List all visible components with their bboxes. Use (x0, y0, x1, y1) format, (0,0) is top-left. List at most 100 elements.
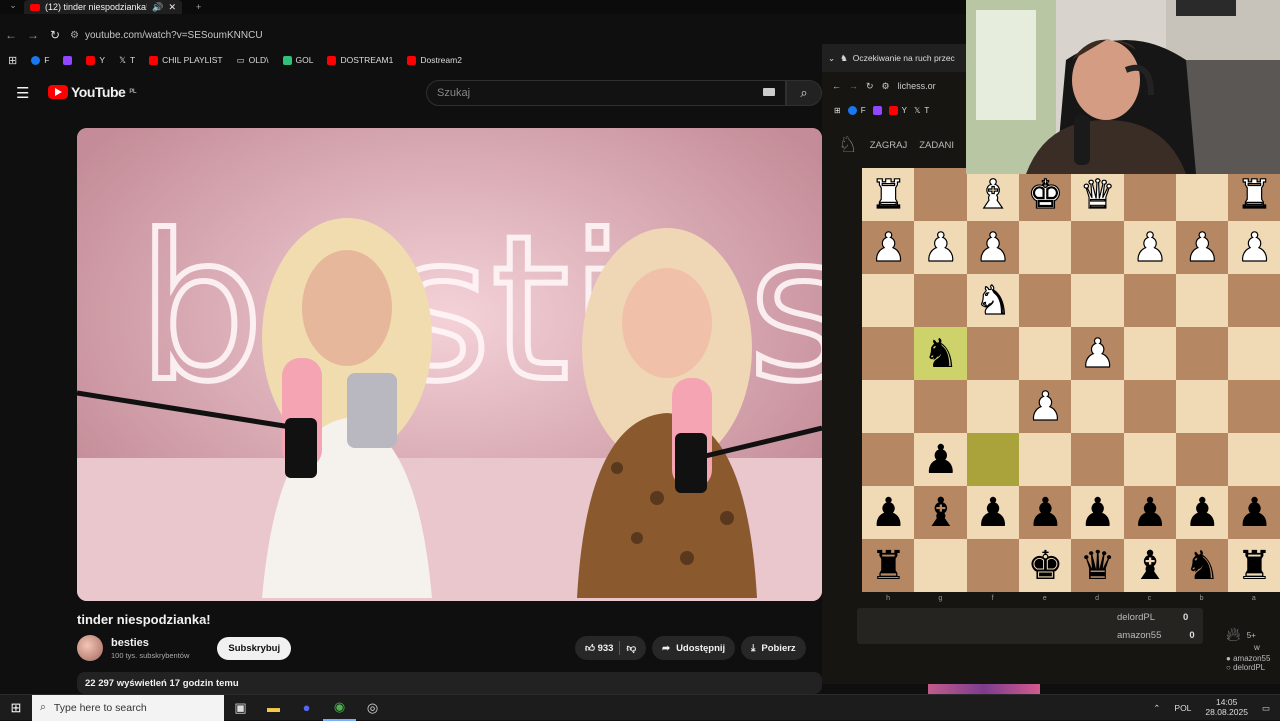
chess-piece[interactable]: ♟ (1131, 227, 1168, 268)
player-row[interactable]: amazon55 0 (1117, 630, 1195, 641)
board-square[interactable] (1175, 168, 1229, 221)
board-square[interactable] (914, 274, 968, 327)
board-square[interactable] (862, 274, 915, 327)
board-square[interactable]: ♟ (1123, 221, 1177, 274)
apps-icon[interactable]: ⊞ (834, 106, 841, 115)
channel-avatar[interactable] (77, 635, 103, 661)
board-square[interactable] (1175, 327, 1229, 380)
board-square[interactable]: ♟ (1175, 486, 1229, 539)
reload-icon[interactable]: ↻ (44, 28, 66, 42)
board-square[interactable]: ♜ (1228, 539, 1280, 592)
tab-youtube[interactable]: (12) tinder niespodzianka! - 🔊 ✕ (24, 0, 182, 14)
tray-chevron-icon[interactable]: ⌃ (1153, 703, 1160, 714)
board-square[interactable] (1123, 168, 1177, 221)
obs-icon[interactable]: ◎ (356, 695, 389, 721)
board-square[interactable]: ♟ (1071, 486, 1125, 539)
dislike-button[interactable]: 👎︎ (626, 642, 636, 654)
board-square[interactable]: ♟ (1175, 221, 1229, 274)
chess-piece[interactable]: ♛ (1079, 174, 1116, 215)
youtube-logo[interactable]: YouTube PL (48, 84, 136, 100)
tab-list-icon[interactable]: ⌄ (2, 0, 24, 11)
board-square[interactable]: ♟ (966, 221, 1020, 274)
bookmark-y[interactable]: Y (86, 55, 105, 65)
nav-puzzles[interactable]: ZADANI (919, 140, 954, 151)
chess-piece[interactable]: ♜ (1237, 546, 1273, 586)
board-square[interactable]: ♟ (1018, 486, 1072, 539)
chess-piece[interactable]: ♜ (871, 546, 907, 586)
board-square[interactable] (1123, 274, 1177, 327)
board-square[interactable]: ♟ (862, 486, 915, 539)
board-square[interactable] (1018, 221, 1072, 274)
board-square[interactable] (1071, 221, 1125, 274)
board-square[interactable] (1228, 380, 1280, 433)
share-button[interactable]: ➦ Udostępnij (652, 636, 736, 660)
bookmark-y[interactable]: Y (888, 105, 907, 115)
board-square[interactable]: ♜ (1228, 168, 1280, 221)
board-square[interactable] (1228, 433, 1280, 486)
board-square[interactable] (1071, 433, 1125, 486)
board-square[interactable]: ♞ (914, 327, 968, 380)
bookmark-t[interactable]: 𝕏T (119, 55, 135, 66)
board-square[interactable] (1018, 274, 1072, 327)
url-text[interactable]: lichess.or (898, 81, 936, 91)
chess-piece[interactable]: ♚ (1027, 174, 1064, 215)
chess-piece[interactable]: ♟ (1027, 493, 1063, 533)
board-square[interactable]: ♝ (914, 486, 968, 539)
search-input[interactable]: Szukaj (426, 80, 786, 106)
site-info-icon[interactable]: ⚙ (882, 81, 890, 92)
chess-piece[interactable]: ♟ (975, 493, 1011, 533)
board-square[interactable] (1228, 327, 1280, 380)
board-square[interactable]: ♞ (966, 274, 1020, 327)
like-button[interactable]: 👍︎ 933 (585, 642, 613, 654)
bookmark-t[interactable]: 𝕏T (914, 106, 929, 115)
chess-piece[interactable]: ♜ (1236, 174, 1273, 215)
board-square[interactable] (1175, 380, 1229, 433)
player-row[interactable]: delordPL 0 (1117, 612, 1188, 623)
board-square[interactable] (1123, 433, 1177, 486)
chess-piece[interactable]: ♟ (1079, 333, 1116, 374)
board-square[interactable] (862, 380, 915, 433)
speaker-icon[interactable]: 🔊 (152, 2, 163, 13)
board-square[interactable] (1175, 274, 1229, 327)
board-square[interactable] (1123, 380, 1177, 433)
chess-piece[interactable]: ♝ (1132, 546, 1168, 586)
chess-piece[interactable]: ♟ (1236, 227, 1273, 268)
lichess-tab[interactable]: ⌄ ♞ Oczekiwanie na ruch przec (822, 44, 966, 72)
chess-piece[interactable]: ♞ (1184, 546, 1220, 586)
keyboard-icon[interactable] (763, 88, 775, 96)
language-indicator[interactable]: POL (1174, 703, 1191, 713)
board-square[interactable] (1018, 433, 1072, 486)
task-view-icon[interactable]: ▣ (224, 695, 257, 721)
video-player[interactable]: besties (77, 128, 822, 601)
discord-icon[interactable]: ● (290, 695, 323, 721)
board-square[interactable]: ♛ (1071, 539, 1125, 592)
bookmark-gol[interactable]: GOL (282, 55, 313, 65)
bookmark-f[interactable]: F (847, 105, 866, 115)
chess-piece[interactable]: ♟ (922, 227, 959, 268)
board-square[interactable] (966, 380, 1020, 433)
chess-board[interactable]: ♜ ♝ ♚ ♛ ♜ ♟ ♟ ♟ ♟ ♟ ♟ ♞ ♞ ♟ ♟ ♟ ♟ ♝ ♟ ♟ ♟ ♟ ♟ ♟ ♜ ♚ ♛ ♝ ♞ ♜ (862, 168, 1280, 593)
board-square[interactable]: ♟ (862, 221, 915, 274)
board-square[interactable] (914, 168, 968, 221)
board-square[interactable]: ♚ (1018, 539, 1072, 592)
chess-piece[interactable]: ♟ (1132, 493, 1168, 533)
board-square[interactable]: ♝ (1123, 539, 1177, 592)
nav-play[interactable]: ZAGRAJ (870, 140, 907, 151)
board-square[interactable]: ♚ (1018, 168, 1072, 221)
site-info-icon[interactable]: ⚙ (70, 30, 79, 41)
chess-piece[interactable]: ♟ (1184, 493, 1220, 533)
board-square[interactable]: ♟ (1018, 380, 1072, 433)
chess-piece[interactable]: ♟ (1237, 493, 1273, 533)
chess-piece[interactable]: ♛ (1080, 546, 1116, 586)
board-square[interactable] (1071, 380, 1125, 433)
board-square[interactable] (1175, 433, 1229, 486)
board-square[interactable]: ♝ (966, 168, 1020, 221)
board-square[interactable] (1123, 327, 1177, 380)
chess-piece[interactable]: ♞ (975, 280, 1012, 321)
board-square[interactable]: ♛ (1071, 168, 1125, 221)
chess-piece[interactable]: ♟ (923, 440, 959, 480)
description-box[interactable]: 22 297 wyświetleń 17 godzin temu (77, 672, 822, 694)
board-square[interactable]: ♟ (1228, 486, 1280, 539)
chess-piece[interactable]: ♟ (1027, 386, 1064, 427)
twitch-icon[interactable] (872, 105, 882, 115)
